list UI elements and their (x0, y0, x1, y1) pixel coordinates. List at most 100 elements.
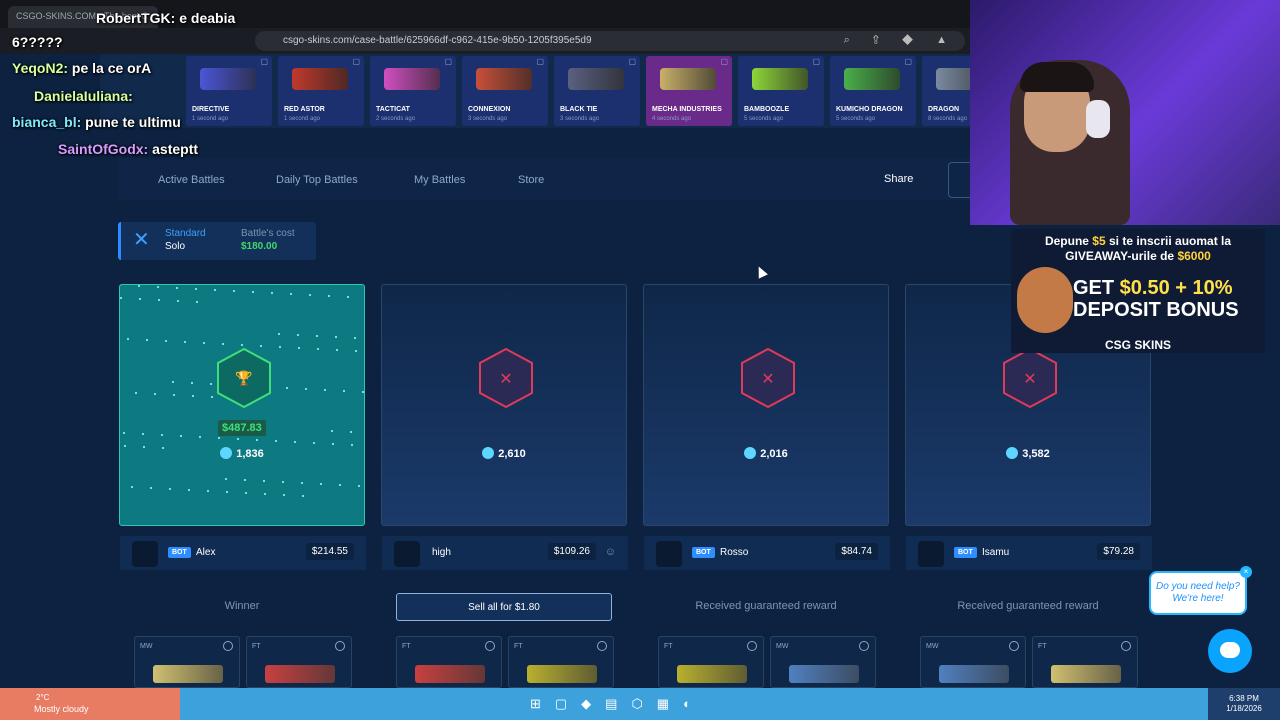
help-bubble[interactable]: Do you need help? We're here! (1149, 571, 1247, 615)
address-bar-icons[interactable]: ⌕ ⇪ ◆ ▲ (844, 34, 957, 47)
nav-active-battles[interactable]: Active Battles (158, 174, 225, 186)
item-wear: FT (1038, 643, 1047, 650)
drop-time: 3 seconds ago (468, 116, 508, 122)
recent-drop-card[interactable]: ▢ TACTICAT 2 seconds ago (370, 56, 456, 126)
chat-support-button[interactable] (1208, 629, 1252, 673)
promo-bonus-label: DEPOSIT BONUS (1073, 299, 1239, 321)
won-item-card[interactable]: FT (1032, 636, 1138, 688)
won-item-card[interactable]: FT (508, 636, 614, 688)
check-icon[interactable] (223, 641, 233, 651)
svg-text:✕: ✕ (499, 371, 512, 388)
recent-drop-card[interactable]: ▢ CONNEXION 3 seconds ago (462, 56, 548, 126)
recent-drop-card[interactable]: ▢ MECHA INDUSTRIES 4 seconds ago (646, 56, 732, 126)
player-value: $109.26 (547, 543, 596, 560)
weather-condition: Mostly cloudy (34, 704, 89, 714)
weapon-image (527, 665, 597, 683)
weapon-image (265, 665, 335, 683)
help-text-2: We're here! (1172, 593, 1224, 604)
close-icon[interactable]: × (1240, 566, 1252, 578)
player-value: $79.28 (1097, 543, 1140, 560)
promo-line1c: si te inscrii auomat la (1105, 234, 1232, 248)
nav-store[interactable]: Store (518, 174, 544, 186)
avatar[interactable] (132, 541, 158, 567)
cost-value: $180.00 (241, 241, 278, 252)
check-icon[interactable] (1121, 641, 1131, 651)
svg-text:🏆: 🏆 (235, 370, 253, 387)
recent-drop-card[interactable]: ▢ RED ASTOR 1 second ago (278, 56, 364, 126)
taskbar-app-icons[interactable]: ⊞▢◆▤⬡▦◐ (530, 696, 705, 712)
weather-widget[interactable]: 2°C Mostly cloudy (0, 688, 180, 720)
weapon-image (939, 665, 1009, 683)
copy-link-button[interactable] (948, 162, 970, 198)
weapon-image (1051, 665, 1121, 683)
points-display: 1,836 (120, 447, 364, 460)
check-icon[interactable] (485, 641, 495, 651)
case-icon: ▢ (536, 57, 544, 66)
promo-line1a: Depune (1044, 234, 1093, 248)
promo-banner[interactable]: Depune $5 si te inscrii auomat la GIVEAW… (1011, 229, 1265, 353)
share-button[interactable]: Share (884, 173, 913, 185)
avatar[interactable] (656, 541, 682, 567)
coin-icon (744, 447, 757, 459)
system-clock[interactable]: 6:38 PM 1/18/2026 (1208, 688, 1280, 720)
weapon-image (568, 68, 624, 90)
check-icon[interactable] (597, 641, 607, 651)
won-item-card[interactable]: FT (246, 636, 352, 688)
x-hex-icon: ✕ (741, 347, 795, 409)
battle-slot: ✕ 2,016 (643, 284, 889, 526)
svg-text:✕: ✕ (1023, 371, 1036, 388)
promo-headline: GET $0.50 + 10% DEPOSIT BONUS (1073, 277, 1239, 321)
coin-icon (482, 447, 495, 459)
player-row: BOT Isamu $79.28 (906, 536, 1152, 570)
chat-user: DanielaIuliana: (34, 88, 133, 104)
mode-sub: Solo (165, 241, 186, 252)
mascot-image (1017, 267, 1073, 333)
chat-msg: asteptt (152, 141, 199, 157)
promo-line1b: $5 (1092, 234, 1106, 248)
case-icon: ▢ (260, 57, 268, 66)
check-icon[interactable] (1009, 641, 1019, 651)
check-icon[interactable] (747, 641, 757, 651)
weapon-image (200, 68, 256, 90)
drop-name: RED ASTOR (284, 106, 325, 113)
points-value: 2,016 (760, 448, 788, 460)
won-item-card[interactable]: FT (658, 636, 764, 688)
address-bar[interactable]: csgo-skins.com/case-battle/625966df-c962… (255, 31, 965, 51)
url-text: csgo-skins.com/case-battle/625966df-c962… (283, 35, 592, 46)
weapon-image (789, 665, 859, 683)
emoji-icon[interactable]: ☺ (605, 546, 616, 558)
item-wear: FT (514, 643, 523, 650)
nav-daily-top-battles[interactable]: Daily Top Battles (276, 174, 358, 186)
won-item-card[interactable]: MW (920, 636, 1026, 688)
avatar[interactable] (918, 541, 944, 567)
player-row: BOT Rosso $84.74 (644, 536, 890, 570)
chat-msg: pune te ultimu (85, 114, 181, 130)
webcam-overlay (970, 0, 1280, 225)
recent-drop-card[interactable]: ▢ KUMICHO DRAGON 5 seconds ago (830, 56, 916, 126)
case-icon: ▢ (812, 57, 820, 66)
case-icon: ▢ (904, 57, 912, 66)
avatar[interactable] (394, 541, 420, 567)
nav-my-battles[interactable]: My Battles (414, 174, 465, 186)
weapon-image (476, 68, 532, 90)
check-icon[interactable] (335, 641, 345, 651)
weapon-image (153, 665, 223, 683)
drop-name: DRAGON (928, 106, 960, 113)
player-value: $214.55 (305, 543, 354, 560)
clock-date: 1/18/2026 (1226, 704, 1262, 713)
chat-msg: e deabia (179, 10, 236, 26)
chat-user: YeqoN2: (12, 60, 69, 76)
recent-drop-card[interactable]: ▢ DIRECTIVE 1 second ago (186, 56, 272, 126)
bot-badge: BOT (692, 547, 715, 558)
recent-drop-card[interactable]: ▢ BLACK TIE 3 seconds ago (554, 56, 640, 126)
recent-drop-card[interactable]: ▢ BAMBOOZLE 5 seconds ago (738, 56, 824, 126)
check-icon[interactable] (859, 641, 869, 651)
cost-label: Battle's cost (241, 228, 295, 239)
won-item-card[interactable]: FT (396, 636, 502, 688)
player-value: $84.74 (835, 543, 878, 560)
won-item-card[interactable]: MW (134, 636, 240, 688)
sell-all-button[interactable]: Sell all for $1.80 (396, 593, 612, 621)
case-icon: ▢ (628, 57, 636, 66)
chat-bubble-icon (1220, 642, 1240, 658)
won-item-card[interactable]: MW (770, 636, 876, 688)
